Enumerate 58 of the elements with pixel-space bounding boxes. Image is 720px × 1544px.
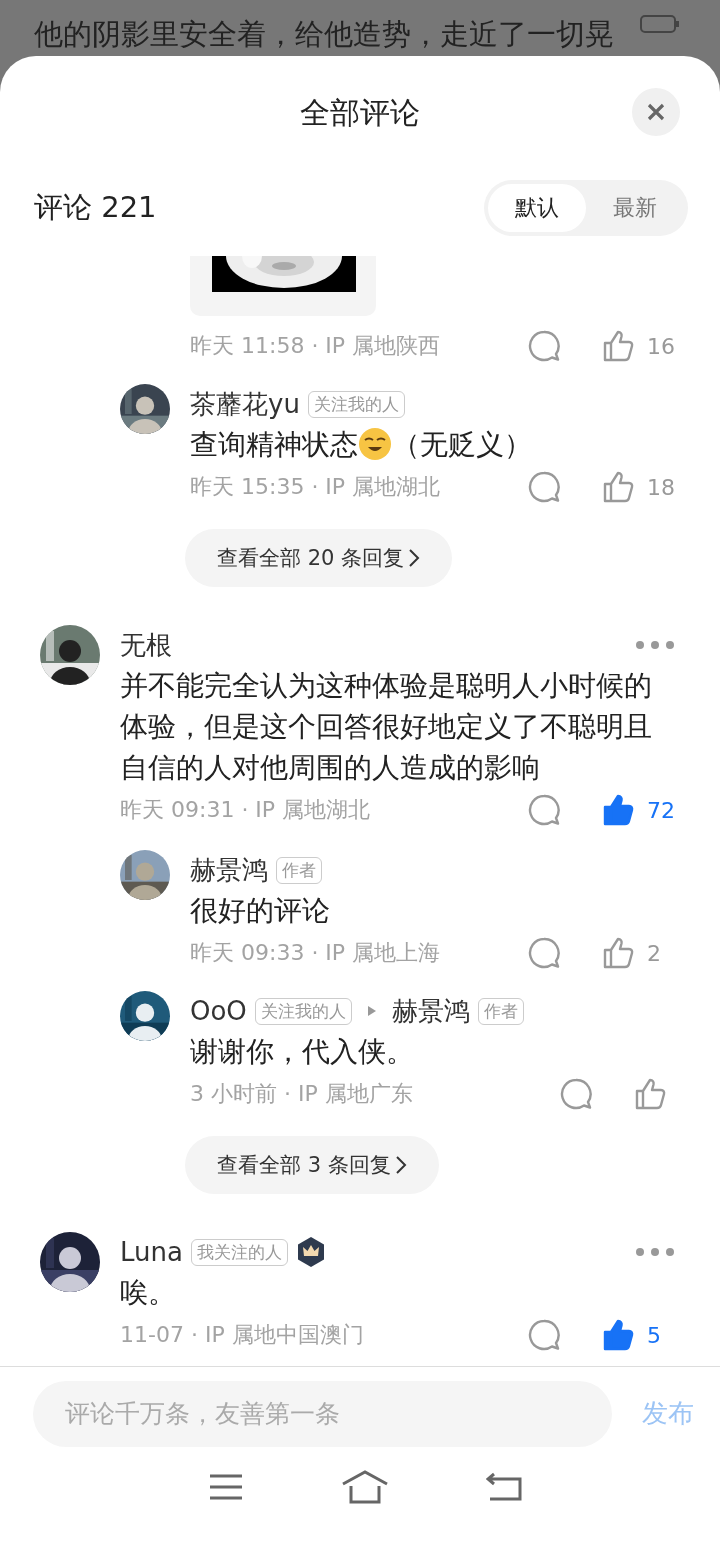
author-name[interactable]: 茶蘼花yu [190, 386, 300, 422]
author-name[interactable]: 赫景鸿 [391, 993, 470, 1029]
comment-text: 并不能完全认为这种体验是聪明人小时候的体验，但是这个回答很好地定义了不聪明且自信的人对他周围的人造成的影响 [120, 668, 653, 785]
more-icon[interactable] [635, 640, 675, 650]
chevron-right-icon [408, 548, 421, 568]
comment-meta: 昨天 11:58 · IP 属地陕西 [190, 332, 442, 360]
comment-icon[interactable] [527, 329, 561, 363]
like-count: 72 [647, 797, 675, 823]
comment-text: 查询精神状态 （无贬义） [190, 426, 533, 463]
chevron-right-icon [394, 1155, 407, 1175]
battery-icon [640, 14, 680, 34]
comment-icon[interactable] [559, 1077, 593, 1111]
thumbs-up-icon[interactable] [601, 329, 635, 363]
sort-tab[interactable]: 最新 [586, 184, 684, 232]
like-count: 5 [647, 1322, 662, 1348]
sort-tab[interactable]: 默认 [488, 184, 586, 232]
close-button[interactable] [632, 88, 680, 136]
comment-meta: 昨天 09:31 · IP 属地湖北 [120, 796, 372, 824]
back-icon[interactable] [485, 1472, 522, 1502]
comment-text: 谢谢你，代入侠。 [190, 1034, 415, 1069]
sheet-title: 全部评论 [300, 93, 420, 132]
author-name[interactable]: 赫景鸿 [190, 852, 268, 888]
comment-icon[interactable] [527, 793, 561, 827]
user-tag: 作者 [276, 856, 322, 884]
comment-input[interactable]: 评论千万条，友善第一条 [33, 1380, 612, 1447]
comment-count: 评论 221 [34, 189, 157, 226]
comment-icon[interactable] [527, 936, 561, 970]
user-tag: 关注我的人 [254, 997, 352, 1025]
comment-text: 很好的评论 [190, 893, 331, 928]
like-count: 18 [647, 474, 675, 500]
comment-meta: 11-07 · IP 属地中国澳门 [120, 1321, 365, 1349]
author-name[interactable]: Luna [120, 1237, 183, 1267]
user-tag: 关注我的人 [307, 390, 405, 418]
author-name[interactable]: 无根 [120, 627, 172, 663]
comment-meta: 3 小时前 · IP 属地广东 [190, 1080, 414, 1108]
comment-icon[interactable] [527, 1318, 561, 1352]
thumbs-up-icon[interactable] [601, 936, 635, 970]
like-count: 2 [647, 940, 662, 966]
comment-icon[interactable] [527, 470, 561, 504]
more-icon[interactable] [635, 1247, 675, 1257]
user-tag: 作者 [477, 997, 524, 1025]
menu-icon[interactable] [208, 1473, 245, 1501]
reply-arrow-icon [365, 1004, 378, 1018]
home-icon[interactable] [341, 1470, 389, 1504]
thumbs-up-icon[interactable] [601, 1318, 635, 1352]
like-count: 16 [647, 333, 675, 359]
thumbs-up-icon[interactable] [633, 1077, 667, 1111]
comment-text: 唉。 [120, 1275, 177, 1310]
thumbs-up-icon[interactable] [601, 470, 635, 504]
comment-meta: 昨天 09:33 · IP 属地上海 [190, 939, 442, 967]
thumbs-up-icon[interactable] [601, 793, 635, 827]
view-replies-button[interactable]: 查看全部 3 条回复 [185, 1136, 439, 1194]
view-replies-button[interactable]: 查看全部 20 条回复 [185, 529, 453, 587]
comment-meta: 昨天 15:35 · IP 属地湖北 [190, 473, 442, 501]
author-name[interactable]: OoO [190, 996, 247, 1026]
close-icon[interactable] [646, 102, 666, 122]
user-tag: 我关注的人 [190, 1238, 288, 1266]
background-text: 他的阴影里安全着，给他造势，走近了一切晃 [34, 16, 614, 53]
